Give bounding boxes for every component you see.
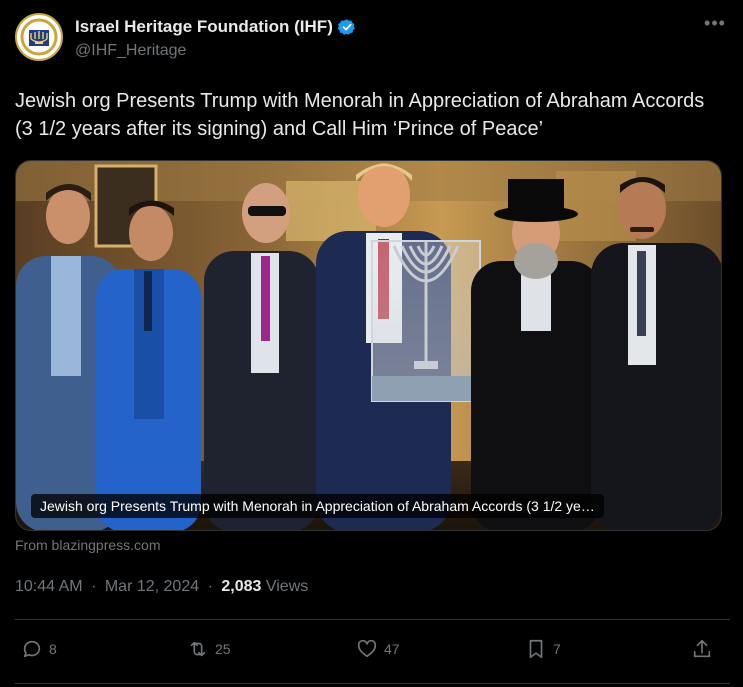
media-caption: Jewish org Presents Trump with Menorah i… xyxy=(31,494,604,518)
tweet-meta: 10:44 AM · Mar 12, 2024 · 2,083 Views xyxy=(15,578,308,596)
tweet-time[interactable]: 10:44 AM xyxy=(15,578,83,595)
views-label: Views xyxy=(265,578,309,595)
author-handle[interactable]: @IHF_Heritage xyxy=(75,42,356,60)
repost-button[interactable]: 25 xyxy=(187,638,231,660)
author-display-name-text: Israel Heritage Foundation (IHF) xyxy=(75,17,333,36)
like-count: 47 xyxy=(384,641,400,657)
tweet-date[interactable]: Mar 12, 2024 xyxy=(105,578,199,595)
author-names: Israel Heritage Foundation (IHF) @IHF_He… xyxy=(75,17,356,60)
bookmark-icon xyxy=(529,639,543,659)
heart-icon xyxy=(357,639,377,658)
reply-icon xyxy=(23,640,41,658)
divider xyxy=(15,619,730,620)
divider xyxy=(15,683,730,684)
group-photo-image xyxy=(16,161,721,530)
tweet-header: Israel Heritage Foundation (IHF) @IHF_He… xyxy=(15,13,730,65)
reply-button[interactable]: 8 xyxy=(21,638,57,660)
author-display-name[interactable]: Israel Heritage Foundation (IHF) xyxy=(75,17,356,37)
author-avatar[interactable] xyxy=(15,13,63,61)
repost-icon xyxy=(190,641,206,657)
meta-separator: · xyxy=(91,578,97,595)
more-options-button[interactable]: ••• xyxy=(700,13,730,39)
tweet-media-card[interactable]: Jewish org Presents Trump with Menorah i… xyxy=(15,160,722,531)
repost-count: 25 xyxy=(215,641,231,657)
share-icon xyxy=(693,639,711,658)
share-button[interactable] xyxy=(691,638,713,660)
bookmark-button[interactable]: 7 xyxy=(525,638,561,660)
ihf-menorah-logo-icon xyxy=(18,16,60,58)
views-count[interactable]: 2,083 xyxy=(221,578,261,595)
like-button[interactable]: 47 xyxy=(356,638,400,660)
bookmark-count: 7 xyxy=(553,641,561,657)
reply-count: 8 xyxy=(49,641,57,657)
media-source-link[interactable]: From blazingpress.com xyxy=(15,537,161,553)
tweet-actions-bar: 8 25 47 7 xyxy=(15,638,720,668)
tweet-text: Jewish org Presents Trump with Menorah i… xyxy=(15,90,705,140)
meta-separator: · xyxy=(207,578,213,595)
more-dots-icon: ••• xyxy=(704,13,726,33)
verified-badge-icon xyxy=(337,19,355,35)
